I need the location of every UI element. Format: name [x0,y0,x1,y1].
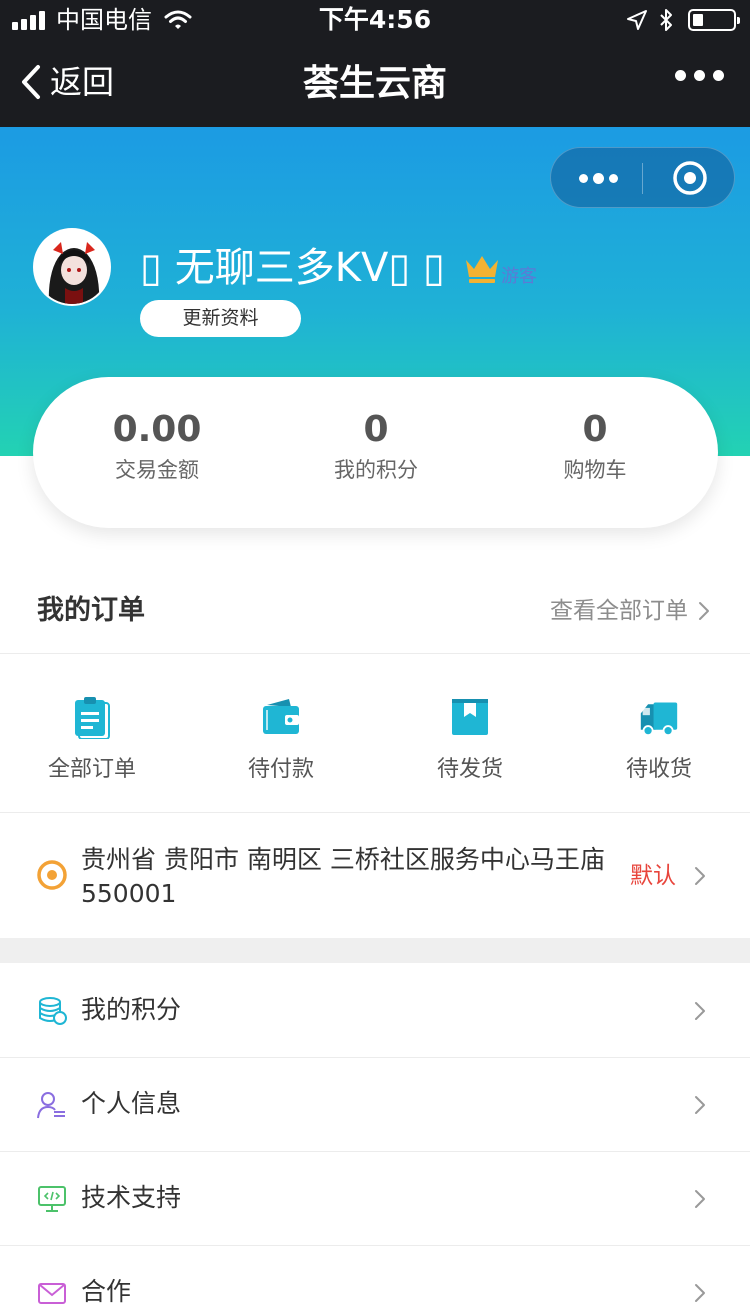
orders-title: 我的订单 [37,595,145,626]
close-miniprogram-icon[interactable] [672,160,708,196]
menu-item-label: 我的积分 [81,995,182,1024]
chevron-right-icon [695,867,705,885]
clipboard-icon [75,697,110,739]
stat-value: 0 [582,409,608,450]
chevron-right-icon [695,1190,705,1208]
bluetooth-icon [660,9,672,31]
order-unpaid-button[interactable]: 待付款 [211,695,351,785]
order-status-row: 全部订单 待付款 待发货 待收货 [0,655,750,813]
order-to-ship-label: 待发货 [436,757,503,782]
package-icon [452,699,488,735]
stat-points[interactable]: 0 我的积分 [266,407,486,485]
menu-item-points[interactable]: 我的积分 [0,964,750,1058]
stat-label: 我的积分 [334,458,418,482]
order-to-receive-label: 待收货 [625,757,692,782]
view-all-orders-label: 查看全部订单 [550,598,688,624]
location-arrow-icon [627,10,647,30]
order-unpaid-label: 待付款 [247,757,314,782]
update-profile-button[interactable]: 更新资料 [140,300,301,337]
username: ▯ 无聊三多KV▯ ▯ [140,245,446,291]
menu-item-cooperation[interactable]: 合作 [0,1246,750,1314]
capsule-divider [642,163,643,194]
address-text: 贵州省 贵阳市 南明区 三桥社区服务中心马王庙 550001 [81,845,605,908]
menu-item-label: 技术支持 [81,1183,182,1212]
stat-trade-amount[interactable]: 0.00 交易金额 [47,407,267,485]
location-pin-icon [37,860,67,890]
capsule-menu-button[interactable] [579,173,623,184]
stat-value: 0 [363,409,389,450]
order-to-receive-button[interactable]: 待收货 [589,695,729,785]
order-to-ship-button[interactable]: 待发货 [400,695,540,785]
stat-label: 交易金额 [115,458,199,482]
chevron-right-icon [699,602,709,620]
default-address-row[interactable]: 贵州省 贵阳市 南明区 三桥社区服务中心马王庙 550001 默认 [0,814,750,938]
order-all-button[interactable]: 全部订单 [22,695,162,785]
section-divider [0,938,750,963]
member-role: 游客 [501,266,538,287]
order-all-label: 全部订单 [47,757,136,782]
default-badge: 默认 [630,863,676,889]
stat-cart[interactable]: 0 购物车 [485,407,705,485]
stat-value: 0.00 [112,409,202,450]
stat-label: 购物车 [563,458,627,482]
username-row: ▯ 无聊三多KV▯ ▯ 游客 [140,243,537,293]
menu-item-tech-support[interactable]: 技术支持 [0,1152,750,1246]
user-info-icon [37,1092,65,1119]
menu-item-label: 个人信息 [81,1089,182,1118]
page-title: 荟生云商 [302,63,447,104]
battery-icon [688,9,740,31]
stats-card: 0.00 交易金额 0 我的积分 0 购物车 [33,377,718,528]
miniprogram-capsule [550,147,735,208]
chevron-right-icon [695,1096,705,1114]
nav-bar: 返回 荟生云商 [0,40,750,127]
status-bar: 中国电信 下午4:56 [0,0,750,40]
avatar-image [35,230,109,304]
view-all-orders-link[interactable]: 查看全部订单 [550,594,710,628]
menu-item-label: 合作 [81,1277,132,1306]
coins-icon [39,997,67,1025]
mail-icon [38,1283,66,1304]
avatar[interactable] [33,228,111,306]
crown-icon [466,256,499,283]
chevron-right-icon [695,1284,705,1302]
orders-header: 我的订单 查看全部订单 [0,568,750,654]
chevron-right-icon [695,1002,705,1020]
more-button[interactable] [667,70,724,81]
truck-icon [640,702,678,737]
status-right [626,8,740,32]
menu-item-personal-info[interactable]: 个人信息 [0,1058,750,1152]
wallet-icon [263,699,299,734]
code-monitor-icon [38,1186,66,1212]
